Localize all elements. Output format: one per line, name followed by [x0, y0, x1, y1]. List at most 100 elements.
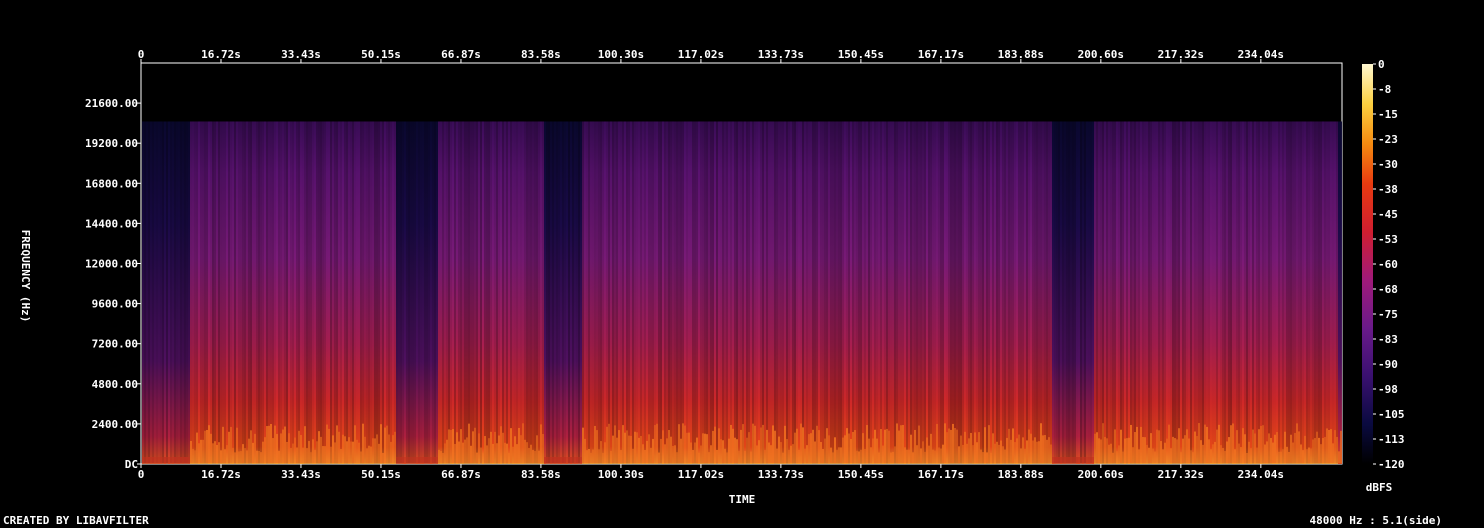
heat-column: [658, 121, 660, 465]
heat-column: [568, 121, 570, 465]
heat-lowband: [232, 447, 234, 463]
heat-lowband: [266, 426, 268, 463]
heat-lowband: [1046, 439, 1048, 463]
heat-column: [246, 121, 248, 465]
heat-lowband: [976, 442, 978, 463]
heat-lowband: [340, 449, 342, 463]
heat-column: [438, 121, 440, 465]
heat-lowband: [182, 457, 184, 463]
heat-lowband: [532, 449, 534, 463]
heat-lowband: [244, 448, 246, 463]
heat-lowband: [456, 432, 458, 463]
heat-lowband: [306, 448, 308, 463]
colorbar-tick-label: -8: [1378, 83, 1391, 96]
heat-column: [1254, 121, 1256, 465]
heat-lowband: [504, 442, 506, 463]
x-tick-label-top: 100.30s: [598, 48, 644, 61]
heat-column: [796, 121, 798, 465]
heat-lowband: [664, 444, 666, 463]
heat-lowband: [738, 450, 740, 463]
heat-column: [616, 121, 618, 465]
heat-lowband: [1184, 435, 1186, 463]
x-tick-label-bottom: 117.02s: [678, 468, 724, 481]
heat-column: [1046, 121, 1048, 465]
heat-lowband: [430, 457, 432, 463]
heat-column: [1110, 121, 1112, 465]
heat-lowband: [794, 432, 796, 463]
heat-lowband: [538, 450, 540, 463]
heat-lowband: [1020, 448, 1022, 463]
heat-lowband: [374, 438, 376, 463]
heat-column: [546, 121, 548, 465]
heat-lowband: [790, 445, 792, 463]
heat-column: [490, 121, 492, 465]
heat-lowband: [228, 431, 230, 463]
heat-column: [1050, 121, 1052, 465]
colorbar-tick-label: -30: [1378, 158, 1398, 171]
heat-column: [476, 121, 478, 465]
heat-lowband: [1296, 423, 1298, 463]
heat-lowband: [590, 452, 592, 463]
heat-lowband: [352, 441, 354, 463]
heat-lowband: [696, 437, 698, 463]
heat-lowband: [1034, 437, 1036, 463]
heat-column: [166, 121, 168, 465]
heat-column: [1306, 121, 1308, 465]
heat-lowband: [756, 445, 758, 463]
heat-column: [610, 121, 612, 465]
heat-column: [416, 121, 418, 465]
heat-column: [674, 121, 676, 465]
heat-lowband: [1224, 450, 1226, 463]
heat-column: [404, 121, 406, 465]
heat-lowband: [218, 442, 220, 463]
heat-lowband: [576, 457, 578, 463]
heat-column: [1246, 121, 1248, 465]
heat-column: [148, 121, 150, 465]
heat-column: [902, 121, 904, 465]
heat-column: [390, 121, 392, 465]
heat-column: [200, 121, 202, 465]
heat-column: [570, 121, 572, 465]
heat-lowband: [672, 445, 674, 463]
heat-column: [278, 121, 280, 465]
heat-column: [574, 121, 576, 465]
heat-column: [678, 121, 680, 465]
heat-lowband: [918, 425, 920, 463]
heat-column: [1002, 121, 1004, 465]
heat-column: [950, 121, 952, 465]
heat-lowband: [1316, 431, 1318, 463]
heat-lowband: [598, 449, 600, 463]
heat-column: [830, 121, 832, 465]
heat-column: [288, 121, 290, 465]
heat-column: [468, 121, 470, 465]
colorbar-tick-label: -68: [1378, 283, 1398, 296]
heat-column: [1298, 121, 1300, 465]
x-tick-label-bottom: 16.72s: [201, 468, 241, 481]
heat-lowband: [304, 426, 306, 463]
heat-column: [480, 121, 482, 465]
heat-lowband: [886, 428, 888, 463]
heat-lowband: [468, 423, 470, 463]
heat-column: [828, 121, 830, 465]
x-axis-top: 0 16.72s 33.43s 50.15s 66.87s 83.58s 100.30s 11…: [138, 48, 1284, 63]
heat-column: [1052, 121, 1054, 465]
x-tick-label-top: 33.43s: [281, 48, 321, 61]
heat-lowband: [1044, 435, 1046, 463]
heat-column: [378, 121, 380, 465]
heat-lowband: [542, 434, 544, 463]
heat-column: [1118, 121, 1120, 465]
heat-column: [478, 121, 480, 465]
heat-lowband: [632, 448, 634, 463]
heat-column: [1272, 121, 1274, 465]
heat-lowband: [554, 457, 556, 463]
heat-lowband: [1294, 432, 1296, 463]
heat-column: [446, 121, 448, 465]
heat-lowband: [506, 443, 508, 463]
heat-column: [394, 121, 396, 465]
heat-column: [1338, 121, 1340, 465]
heat-column: [382, 121, 384, 465]
heat-column: [488, 121, 490, 465]
heat-column: [882, 121, 884, 465]
heat-lowband: [678, 424, 680, 463]
heat-column: [708, 121, 710, 465]
